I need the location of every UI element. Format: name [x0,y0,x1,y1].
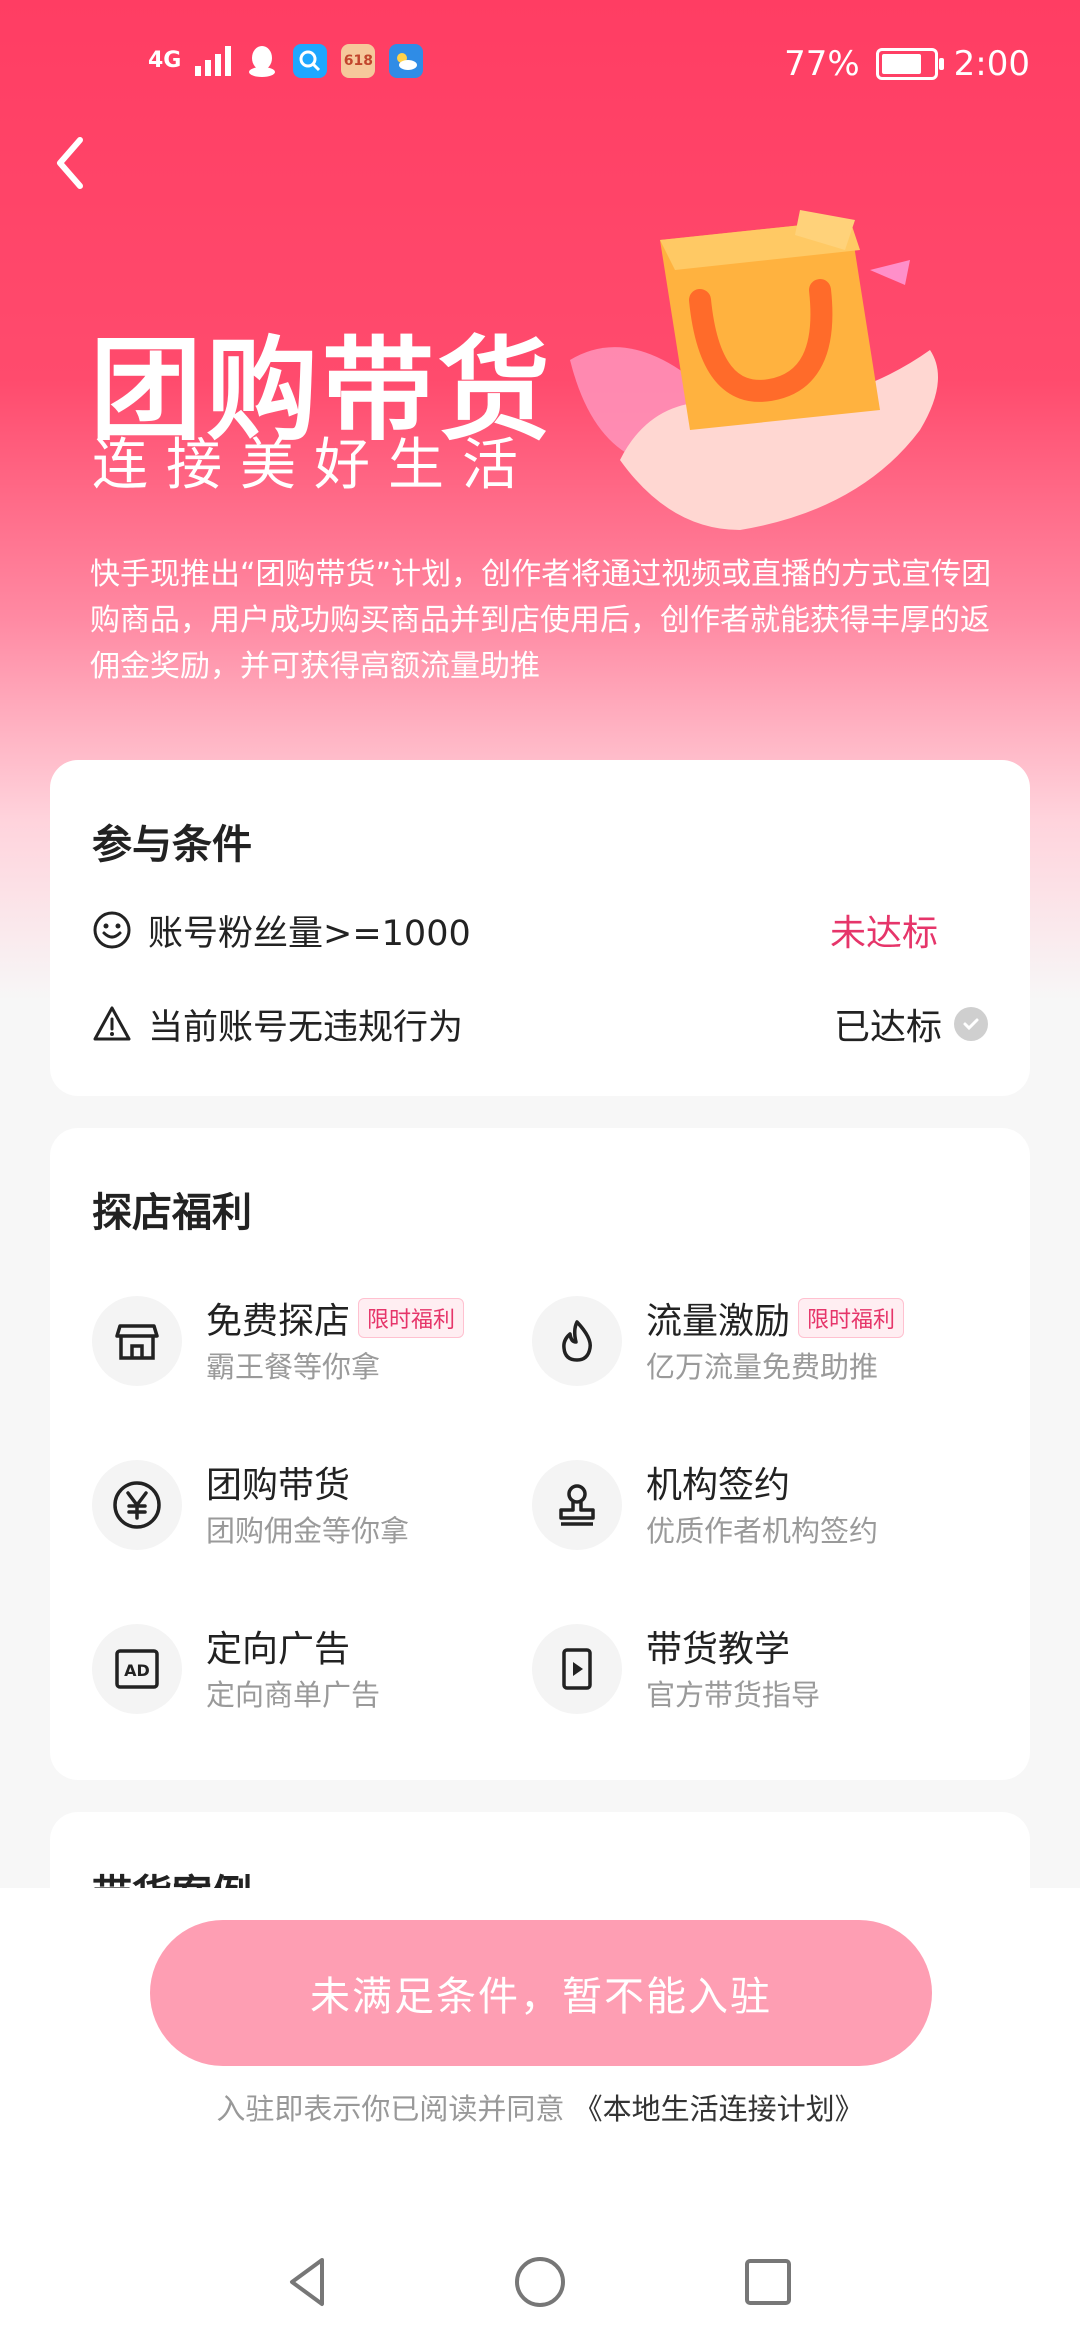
benefit-desc: 团购佣金等你拿 [206,1514,410,1548]
system-nav-bar [0,2230,1080,2340]
battery-icon [875,48,944,80]
agreement-line: 入驻即表示你已阅读并同意 《本地生活连接计划》 [0,2086,1080,2128]
limited-badge: 限时福利 [798,1298,905,1338]
benefit-teaching[interactable]: 带货教学 官方带货指导 [532,1614,972,1724]
warning-icon [93,1006,131,1041]
conditions-title: 参与条件 [92,822,252,868]
circle-home-icon [515,2257,565,2307]
check-icon [954,1007,988,1041]
limited-badge: 限时福利 [358,1298,465,1338]
clock: 2:00 [953,44,1030,84]
condition-status-not-met: 未达标 [829,913,938,954]
store-icon [92,1296,182,1386]
benefit-name: 机构签约 [646,1465,791,1506]
benefits-card: 探店福利 免费探店 限时福利 霸王餐等你拿 流量激励 限时福利 亿万流量免费助推 团… [50,1128,1030,1780]
video-icon [532,1624,622,1714]
agreement-link[interactable]: 《本地生活连接计划》 [574,2092,864,2126]
benefit-name: 免费探店 [206,1301,351,1342]
benefit-desc: 霸王餐等你拿 [206,1350,381,1384]
benefit-name: 定向广告 [206,1629,351,1670]
back-button[interactable] [46,130,98,196]
signal-icon [195,46,232,76]
search-app-icon [293,44,328,78]
benefit-group-buy[interactable]: 团购带货 团购佣金等你拿 [92,1450,532,1560]
618-app-icon: 618 [341,44,376,78]
agreement-text: 入驻即表示你已阅读并同意 [216,2092,565,2126]
benefit-name: 流量激励 [646,1301,791,1342]
benefit-desc: 优质作者机构签约 [646,1514,879,1548]
qq-icon [245,44,279,78]
svg-text:AD: AD [124,1661,150,1680]
triangle-back-icon [290,2258,324,2306]
ad-icon: AD [92,1624,182,1714]
benefit-desc: 亿万流量免费助推 [646,1350,879,1384]
stamp-icon [532,1460,622,1550]
nav-back-button[interactable] [278,2252,338,2312]
condition-status-text: 已达标 [833,1007,942,1048]
hero-description: 快手现推出“团购带货”计划，创作者将通过视频或直播的方式宣传团购商品，用户成功购… [90,557,992,684]
benefit-desc: 官方带货指导 [646,1678,821,1712]
benefit-name: 带货教学 [646,1629,791,1670]
conditions-card: 参与条件 账号粉丝量>=1000 未达标 当前账号无违规行为 已达标 [50,760,1030,1096]
shopping-bag-hand-illustration [570,210,938,530]
flame-icon [532,1296,622,1386]
square-recents-icon [745,2259,791,2305]
weather-app-icon [389,44,424,78]
nav-recents-button[interactable] [738,2252,798,2312]
status-bar: 4G 618 77% 2:00 [0,0,1080,130]
condition-row-followers: 账号粉丝量>=1000 未达标 [92,900,988,960]
benefit-desc: 定向商单广告 [206,1678,381,1712]
benefit-ads[interactable]: AD 定向广告 定向商单广告 [92,1614,532,1724]
chevron-left-icon [57,137,83,189]
benefit-agency[interactable]: 机构签约 优质作者机构签约 [532,1450,972,1560]
hero-subtitle: 连接美好生活 [92,433,536,498]
yen-icon [92,1460,182,1550]
condition-label: 当前账号无违规行为 [148,1007,464,1048]
condition-label: 账号粉丝量>=1000 [148,913,471,954]
benefit-free-visit[interactable]: 免费探店 限时福利 霸王餐等你拿 [92,1286,532,1396]
condition-row-violations: 当前账号无违规行为 已达标 [92,994,988,1054]
join-button-disabled[interactable]: 未满足条件，暂不能入驻 [150,1920,932,2066]
benefits-title: 探店福利 [92,1190,252,1236]
condition-status-met: 已达标 [834,998,988,1050]
network-type: 4G [148,48,182,73]
benefit-traffic[interactable]: 流量激励 限时福利 亿万流量免费助推 [532,1286,972,1396]
battery-percent: 77% [784,44,860,84]
smiley-icon [93,911,131,949]
nav-home-button[interactable] [510,2252,570,2312]
benefit-name: 团购带货 [206,1465,351,1506]
